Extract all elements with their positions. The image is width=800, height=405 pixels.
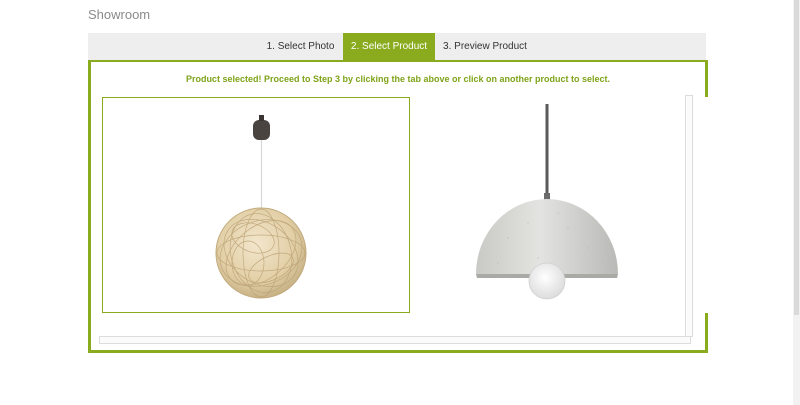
product-panel: Product selected! Proceed to Step 3 by c… xyxy=(88,60,725,353)
tab-select-photo[interactable]: 1. Select Photo xyxy=(258,33,343,60)
product-grid xyxy=(99,95,725,344)
concrete-dome-pendant-lamp-image xyxy=(476,104,618,300)
product-card-concrete-lamp[interactable] xyxy=(417,97,725,313)
product-card-wicker-lamp[interactable] xyxy=(102,97,410,313)
selection-message: Product selected! Proceed to Step 3 by c… xyxy=(185,74,611,84)
page-scrollbar[interactable] xyxy=(793,0,800,405)
wicker-ball-pendant-lamp-image xyxy=(215,115,307,299)
tab-preview-product[interactable]: 3. Preview Product xyxy=(435,33,535,60)
product-grid-vertical-scrollbar[interactable] xyxy=(685,95,693,337)
page-title: Showroom xyxy=(88,7,151,22)
product-grid-horizontal-scrollbar[interactable] xyxy=(99,336,691,344)
step-tabbar: 1. Select Photo 2. Select Product 3. Pre… xyxy=(88,33,706,60)
page-scrollbar-thumb[interactable] xyxy=(794,0,799,315)
tab-select-product[interactable]: 2. Select Product xyxy=(343,33,435,60)
